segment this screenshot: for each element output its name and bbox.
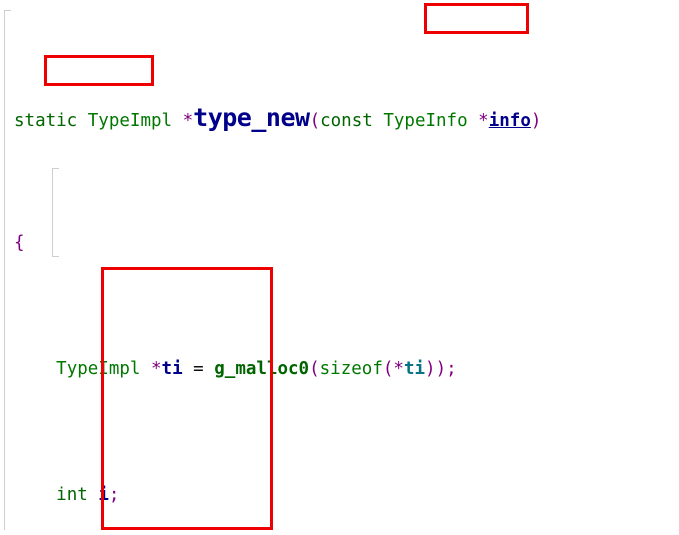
token-star-3: *: [393, 358, 404, 379]
code-viewer: static TypeImpl *type_new(const TypeInfo…: [0, 0, 679, 535]
token-star-1: *: [172, 110, 194, 131]
token-sizeof: sizeof: [319, 358, 383, 379]
token-lparen: (: [309, 358, 320, 379]
token-semi: ;: [446, 358, 457, 379]
token-open-brace: {: [14, 232, 25, 253]
token-param-name: info: [488, 110, 531, 131]
code-line-ti-decl: TypeImpl *ti = g_malloc0(sizeof(*ti));: [0, 357, 679, 382]
code-text: static TypeImpl *type_new(const TypeInfo…: [0, 0, 679, 535]
token-open-paren: (: [309, 110, 321, 131]
token-int: int: [56, 484, 88, 505]
token-function-name: type_new: [193, 102, 310, 132]
token-static: static: [14, 110, 78, 131]
token-semi: ;: [108, 484, 120, 505]
token-star-2: *: [467, 110, 489, 131]
token-typeimpl: TypeImpl: [56, 358, 141, 379]
sp: [183, 359, 194, 379]
token-i: i: [98, 484, 109, 505]
sp: [204, 359, 215, 379]
token-lparen-2: (: [382, 358, 394, 379]
token-const: const: [320, 110, 373, 131]
token-rparen-2: ): [435, 358, 447, 379]
token-ti: ti: [161, 358, 183, 379]
token-space-2: [373, 111, 384, 131]
token-close-paren: ): [530, 110, 542, 131]
token-rparen: ): [425, 358, 436, 379]
token-star: *: [151, 358, 162, 379]
code-line-int-i: int i;: [0, 483, 679, 508]
token-param-type: TypeInfo: [383, 110, 468, 131]
code-line-open-brace: {: [0, 231, 679, 256]
token-g-malloc0: g_malloc0: [214, 358, 310, 379]
token-ti-2: ti: [403, 358, 426, 379]
token-equals: =: [193, 358, 204, 379]
sp: [88, 485, 99, 505]
sp: [140, 359, 151, 379]
token-return-type: TypeImpl: [87, 110, 173, 131]
code-line-signature: static TypeImpl *type_new(const TypeInfo…: [0, 102, 679, 132]
